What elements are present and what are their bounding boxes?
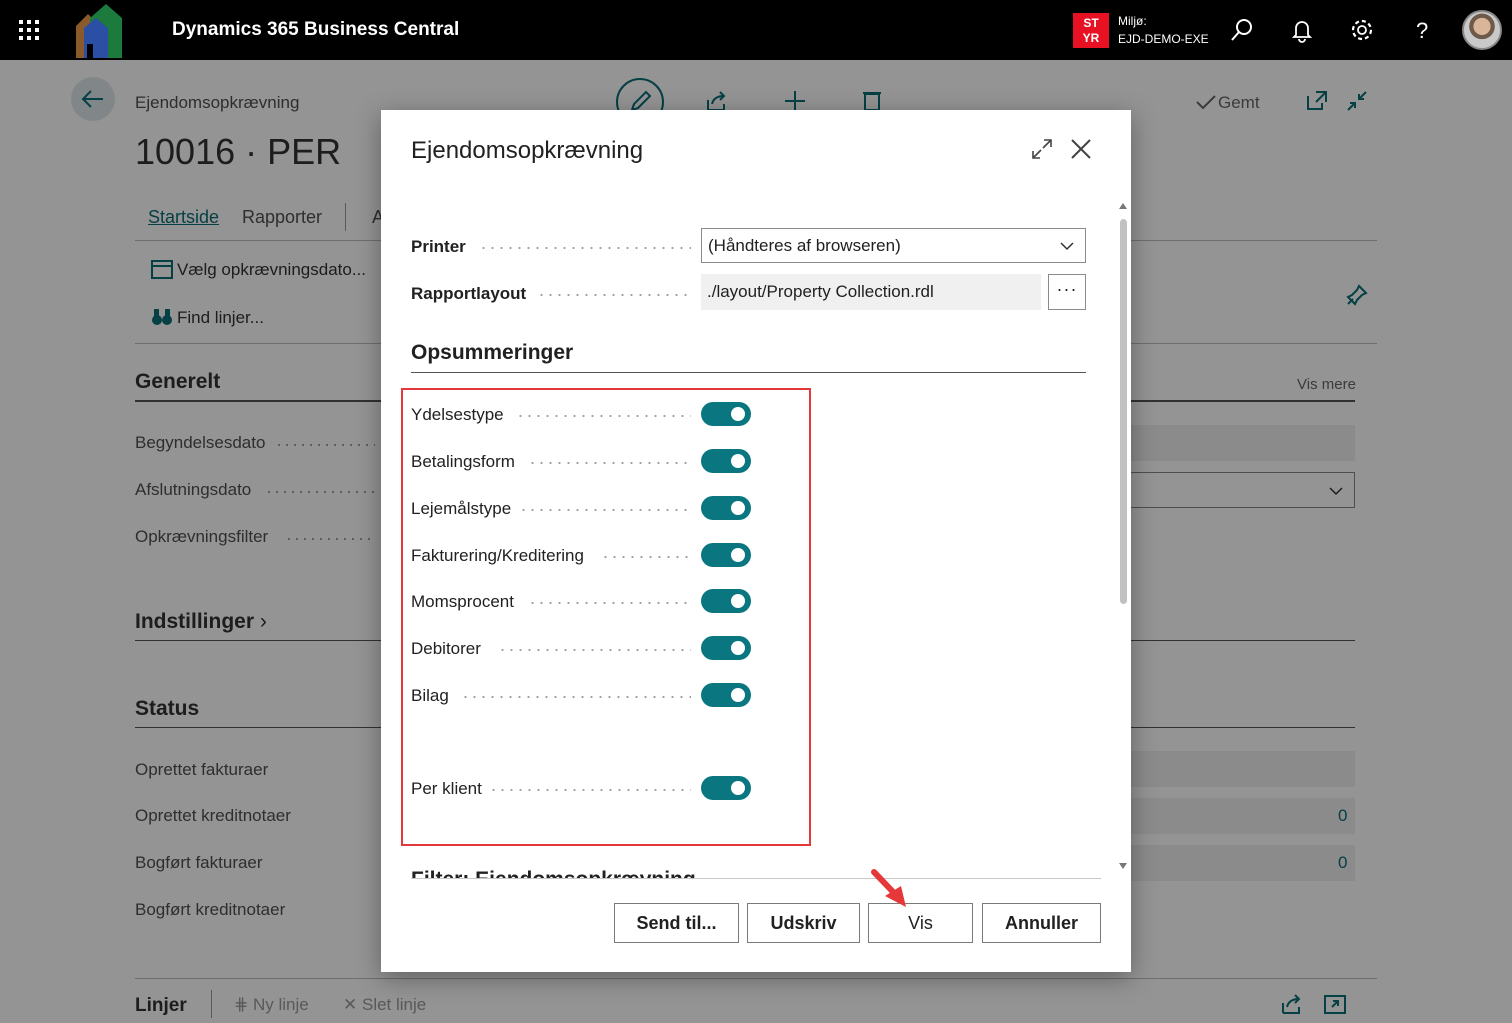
- scroll-up-icon[interactable]: [1119, 202, 1127, 210]
- annotation-highlight-box: [401, 388, 811, 846]
- cancel-button[interactable]: Annuller: [982, 903, 1101, 943]
- company-logo: [76, 4, 122, 58]
- dialog-scrollbar[interactable]: [1119, 202, 1127, 872]
- printer-select[interactable]: (Håndteres af browseren): [701, 228, 1086, 263]
- env-name: EJD-DEMO-EXE: [1118, 32, 1209, 46]
- dialog-title: Ejendomsopkrævning: [411, 137, 644, 164]
- report-request-dialog: Ejendomsopkrævning Printer (Håndteres af…: [381, 110, 1131, 972]
- layout-label: Rapportlayout: [411, 284, 527, 303]
- app-title[interactable]: Dynamics 365 Business Central: [172, 19, 459, 41]
- filter-section-title-partial[interactable]: Filter: Ejendomsopkrævning: [411, 865, 711, 879]
- scrollbar-thumb[interactable]: [1120, 219, 1127, 604]
- environment-label: Miljø: EJD-DEMO-EXE: [1118, 12, 1209, 48]
- search-icon[interactable]: [1228, 16, 1256, 44]
- summaries-rule: [411, 372, 1086, 373]
- help-icon[interactable]: ?: [1408, 16, 1436, 44]
- close-icon[interactable]: [1068, 136, 1094, 162]
- environment-badge: ST YR: [1073, 13, 1109, 48]
- printer-value: (Håndteres af browseren): [708, 236, 901, 255]
- svg-text:?: ?: [1416, 18, 1428, 43]
- chevron-down-icon: [1060, 242, 1074, 251]
- env-badge-line1: ST: [1083, 16, 1099, 30]
- footer-rule: [411, 878, 1101, 879]
- summaries-title[interactable]: Opsummeringer: [411, 341, 573, 365]
- annotation-arrow-icon: [871, 869, 906, 907]
- expand-icon[interactable]: [1029, 136, 1055, 162]
- user-avatar[interactable]: [1462, 10, 1502, 50]
- scroll-down-icon[interactable]: [1119, 862, 1127, 870]
- layout-field[interactable]: ./layout/Property Collection.rdl: [701, 274, 1041, 310]
- app-launcher-icon[interactable]: [19, 20, 39, 40]
- field-leader: [537, 294, 691, 296]
- layout-lookup-button[interactable]: ···: [1048, 274, 1086, 310]
- gear-icon[interactable]: [1348, 16, 1376, 44]
- top-bar: Dynamics 365 Business Central ST YR Milj…: [0, 0, 1512, 60]
- field-leader: [479, 247, 691, 249]
- env-badge-line2: YR: [1082, 31, 1100, 45]
- env-label-caption: Miljø:: [1118, 14, 1147, 28]
- send-to-button[interactable]: Send til...: [614, 903, 739, 943]
- bell-icon[interactable]: [1288, 16, 1316, 44]
- print-button[interactable]: Udskriv: [747, 903, 860, 943]
- printer-label: Printer: [411, 237, 466, 256]
